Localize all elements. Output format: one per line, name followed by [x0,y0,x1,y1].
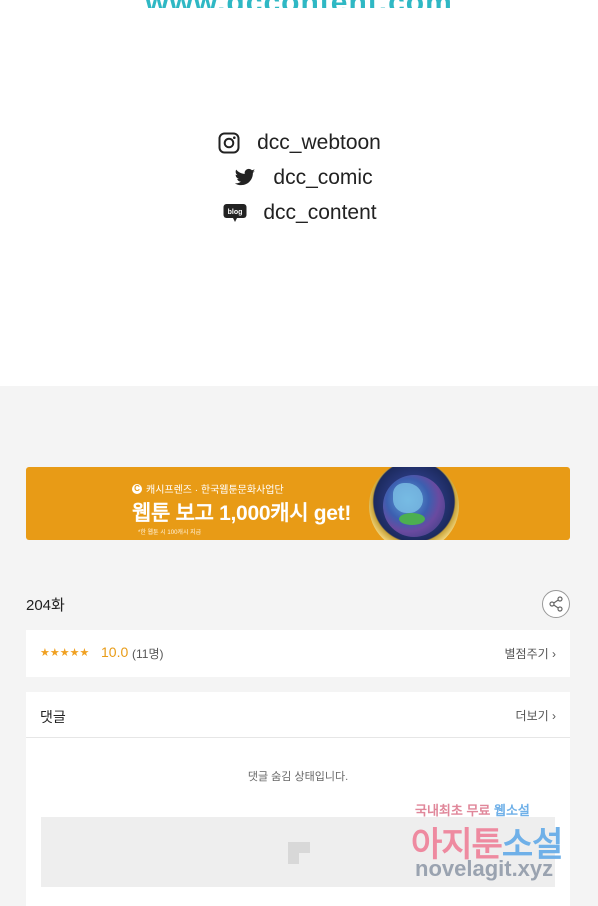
blog-icon-text: blog [228,209,243,216]
comments-hidden-message: 댓글 숨김 상태입니다. [247,771,349,783]
rating-count: (11명) [132,647,164,661]
comment-card: 댓글 더보기 › 댓글 숨김 상태입니다. [26,692,570,906]
rate-button[interactable]: 별점주기 › [505,645,557,662]
twitter-handle: dcc_comic [273,165,373,189]
social-list: dcc_webtoon dcc_comic blog dcc_content [0,125,598,230]
comments-more-link[interactable]: 더보기 › [516,707,556,724]
dragon-illustration-icon [369,467,459,540]
rating-stars: ★★★★★ [40,647,90,659]
comment-header: 댓글 더보기 › [26,692,570,738]
rating-score: 10.0 [101,644,129,660]
illustration-sprig [399,513,425,525]
illustration-dragon [393,483,423,513]
social-row-instagram[interactable]: dcc_webtoon [0,125,598,160]
ad-placeholder[interactable] [41,817,555,887]
twitter-icon [233,166,257,190]
banner-sponsor-text: 캐시프렌즈 · 한국웹툰문화사업단 [146,485,284,496]
share-button[interactable] [542,590,570,618]
promo-banner[interactable]: C 캐시프렌즈 · 한국웹툰문화사업단 웹툰 보고 1,000캐시 get! *… [26,467,570,540]
bottom-section: C 캐시프렌즈 · 한국웹툰문화사업단 웹툰 보고 1,000캐시 get! *… [0,386,598,906]
social-row-blog[interactable]: blog dcc_content [0,195,598,230]
banner-headline: 웹툰 보고 1,000캐시 get! [132,502,352,525]
cut-off-url-text: www.dccontent.com [0,0,598,8]
episode-title: 204화 [26,597,65,614]
banner-small-text: C 캐시프렌즈 · 한국웹툰문화사업단 [132,481,284,496]
cash-logo-icon: C [132,483,142,494]
ad-placeholder-icon [288,842,310,864]
page: www.dccontent.com dcc_webtoon [0,0,598,906]
blog-icon: blog [223,201,247,225]
top-section: www.dccontent.com dcc_webtoon [0,0,598,386]
banner-fine-print: *한 웹툰 시 100캐시 지급 [138,530,202,536]
instagram-icon [217,131,241,155]
blog-handle: dcc_content [263,200,377,224]
instagram-handle: dcc_webtoon [257,130,381,154]
social-row-twitter[interactable]: dcc_comic [0,160,598,195]
share-icon [549,596,563,612]
episode-row: 204화 [26,590,570,618]
comment-title: 댓글 [40,709,66,725]
rating-card: ★★★★★ 10.0 (11명) 별점주기 › [26,630,570,677]
